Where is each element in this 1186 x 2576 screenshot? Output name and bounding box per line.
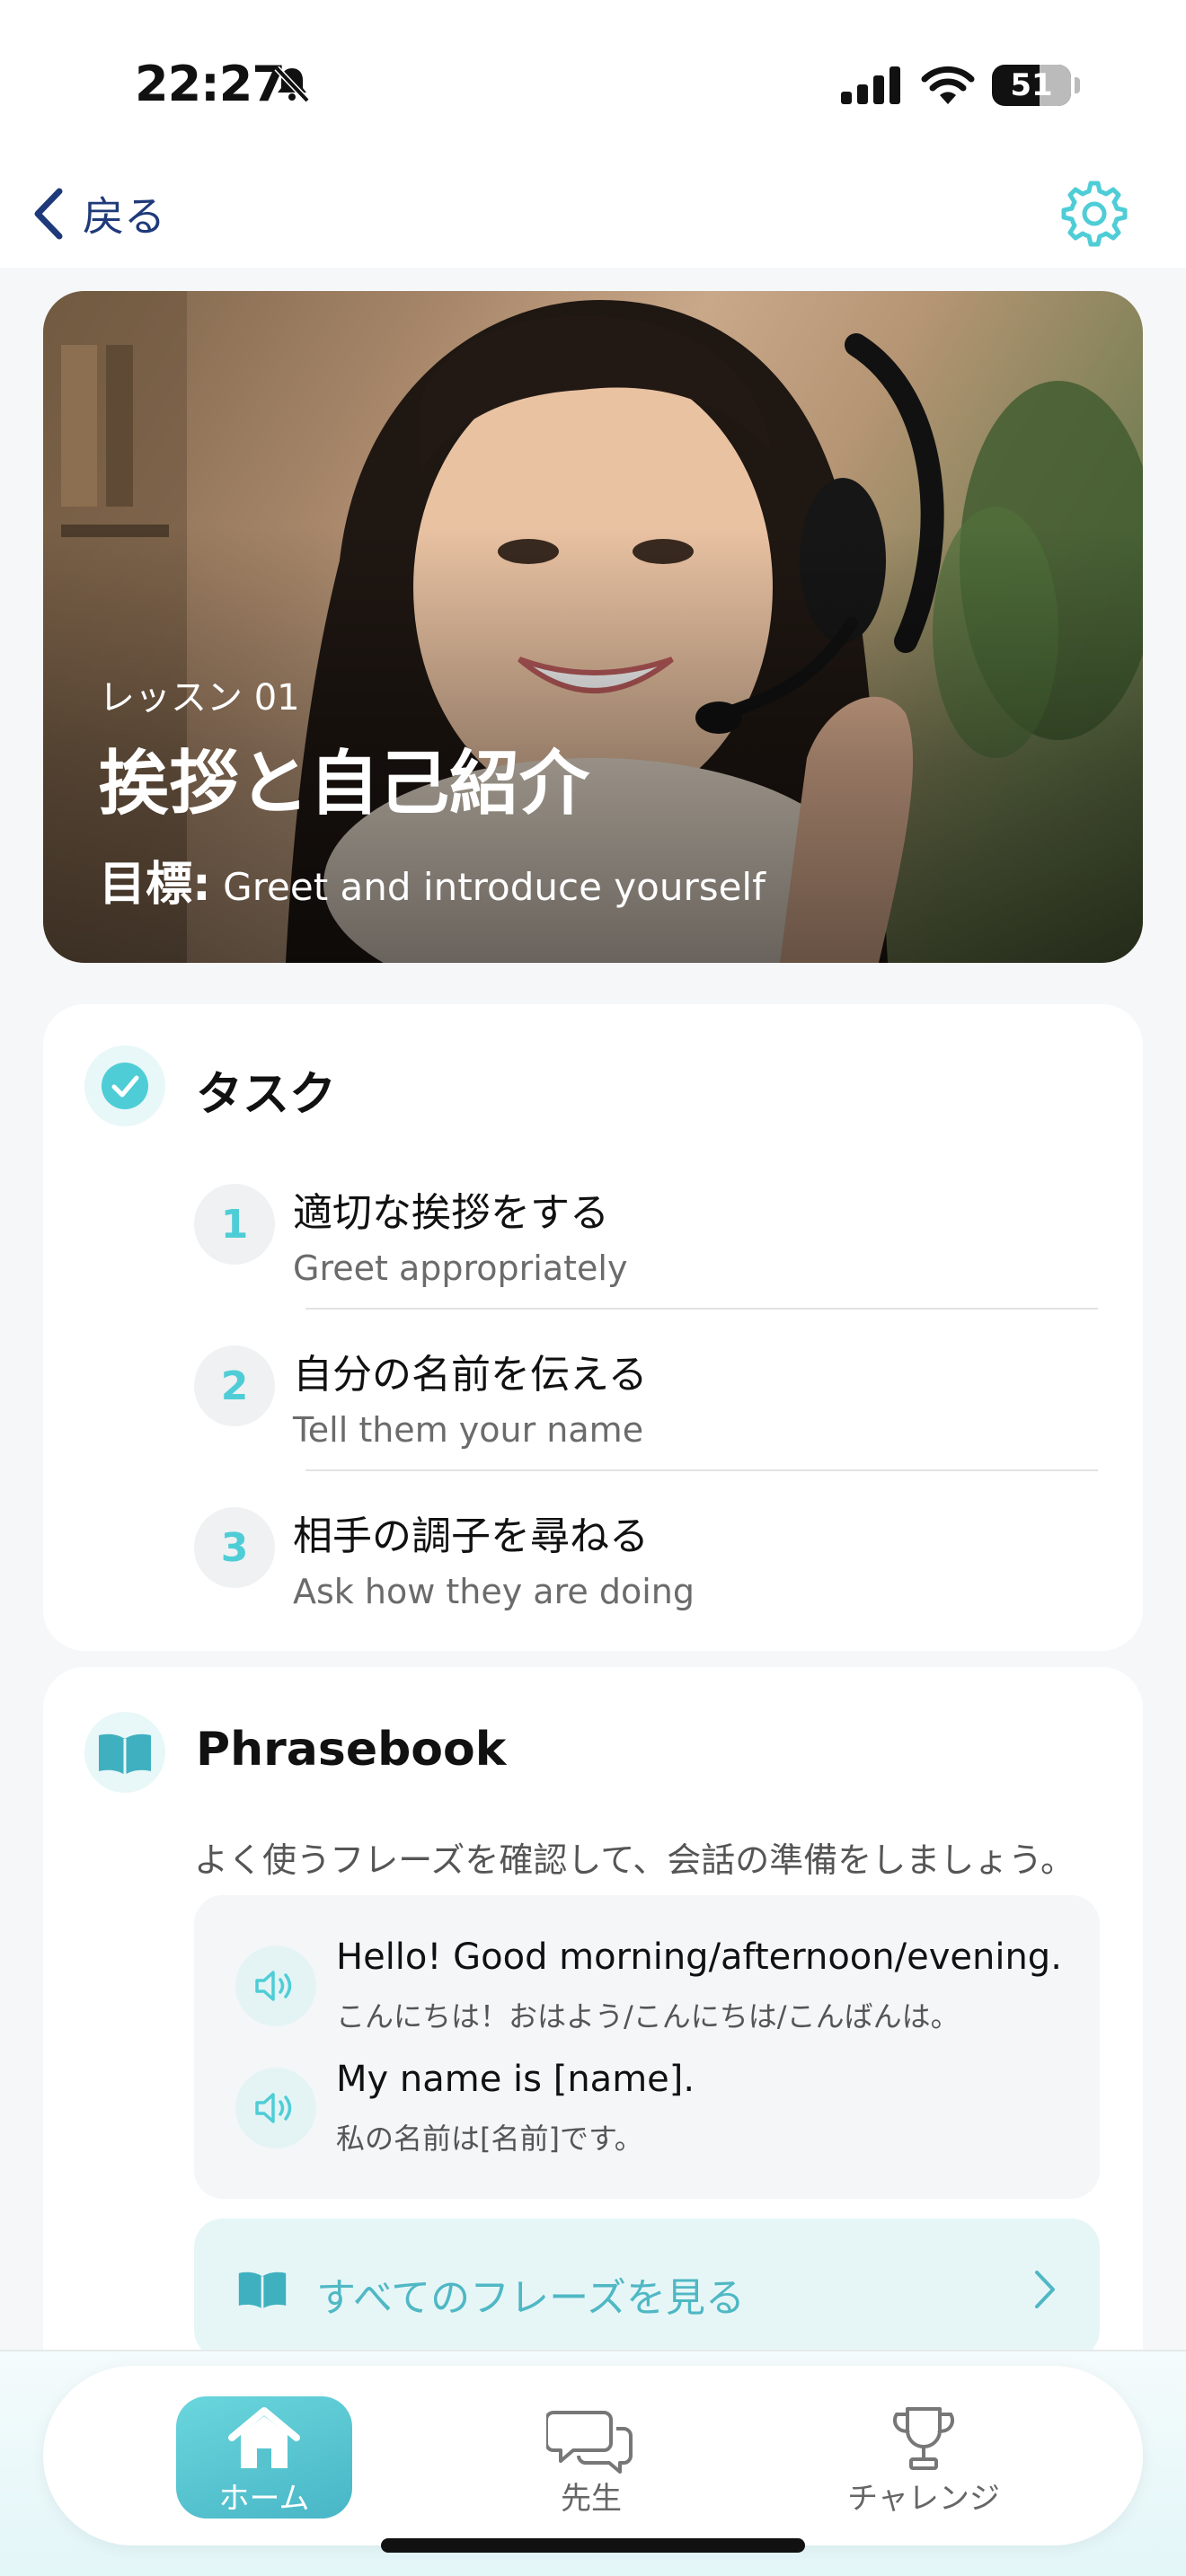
tab-label: 先生 — [561, 2481, 622, 2517]
tasks-icon-wrapper — [84, 1045, 165, 1126]
task-item[interactable]: 2 自分の名前を伝える Tell them your name — [194, 1319, 1102, 1480]
tab-challenge[interactable]: チャレンジ — [836, 2396, 1012, 2519]
lesson-title: 挨拶と自己紹介 — [99, 744, 590, 825]
phrasebook-icon-wrapper — [84, 1712, 165, 1793]
tasks-title: タスク — [196, 1068, 337, 1122]
goal-label: 目標: — [99, 858, 211, 912]
tab-label: ホーム — [218, 2481, 310, 2517]
phrase-item: Hello! Good morning/afternoon/evening. こ… — [235, 1936, 1080, 2044]
chat-bubbles-icon — [546, 2411, 633, 2474]
status-bar: 22:27 51 — [0, 0, 1186, 162]
task-title-jp: 自分の名前を伝える — [293, 1352, 648, 1398]
book-icon — [238, 2272, 287, 2309]
lesson-hero-card: レッスン 01 挨拶と自己紹介 目標: Greet and introduce … — [43, 291, 1143, 963]
cellular-signal-icon — [841, 66, 900, 104]
lesson-goal: 目標: Greet and introduce yourself — [99, 846, 766, 913]
goal-text: Greet and introduce yourself — [223, 865, 766, 909]
tab-home[interactable]: ホーム — [176, 2396, 352, 2519]
back-label: 戻る — [83, 192, 165, 241]
chevron-left-icon — [34, 188, 63, 240]
battery-nub — [1075, 77, 1080, 93]
phrase-list: Hello! Good morning/afternoon/evening. こ… — [194, 1895, 1100, 2199]
task-item[interactable]: 3 相手の調子を尋ねる Ask how they are doing — [194, 1480, 1102, 1642]
phrase-japanese: 私の名前は[名前]です。 — [336, 2122, 643, 2156]
tasks-card: タスク 1 適切な挨拶をする Greet appropriately 2 自分の… — [43, 1004, 1143, 1651]
task-number: 2 — [194, 1345, 275, 1426]
lesson-number: レッスン 01 — [99, 677, 300, 719]
tab-bar: ホーム 先生 チャレンジ — [43, 2366, 1143, 2545]
task-item[interactable]: 1 適切な挨拶をする Greet appropriately — [194, 1157, 1102, 1319]
phrasebook-description: よく使うフレーズを確認して、会話の準備をしましょう。 — [194, 1840, 1075, 1880]
divider — [305, 1469, 1098, 1471]
tab-label: チャレンジ — [847, 2481, 1000, 2517]
speaker-button[interactable] — [235, 1945, 316, 2026]
home-icon — [228, 2407, 300, 2468]
battery-level: 51 — [1010, 67, 1053, 103]
phrasebook-title: Phrasebook — [196, 1723, 507, 1777]
phrase-english: My name is [name]. — [336, 2059, 695, 2100]
speaker-icon — [255, 2093, 292, 2123]
task-number: 3 — [194, 1507, 275, 1588]
task-title-en: Greet appropriately — [293, 1248, 628, 1288]
bell-slash-icon — [274, 66, 310, 103]
speaker-button[interactable] — [235, 2068, 316, 2148]
chevron-right-icon — [1035, 2271, 1055, 2308]
book-icon — [99, 1734, 151, 1775]
phrase-english: Hello! Good morning/afternoon/evening. — [336, 1936, 1062, 1978]
see-all-label: すべてのフレーズを見る — [316, 2275, 745, 2321]
back-button[interactable]: 戻る — [31, 181, 165, 246]
task-title-jp: 適切な挨拶をする — [293, 1190, 609, 1236]
tab-teacher[interactable]: 先生 — [503, 2396, 679, 2519]
task-number: 1 — [194, 1184, 275, 1265]
trophy-icon — [893, 2407, 954, 2470]
check-circle-icon — [102, 1063, 148, 1109]
gear-icon[interactable] — [1058, 178, 1130, 250]
phrase-item: My name is [name]. 私の名前は[名前]です。 — [235, 2059, 1080, 2166]
task-title-en: Ask how they are doing — [293, 1572, 695, 1611]
task-title-en: Tell them your name — [293, 1410, 644, 1450]
speaker-icon — [255, 1971, 292, 2001]
task-title-jp: 相手の調子を尋ねる — [293, 1513, 649, 1559]
battery-icon: 51 — [992, 65, 1071, 106]
status-time: 22:27 — [135, 56, 286, 112]
home-indicator — [381, 2538, 805, 2553]
divider — [305, 1308, 1098, 1310]
nav-bar: 戻る — [0, 162, 1186, 268]
screen: 22:27 51 戻る レッスン 01 挨拶と自己紹介 目標: Greet an… — [0, 0, 1186, 2576]
phrase-japanese: こんにちは！おはよう/こんにちは/こんばんは。 — [336, 1999, 960, 2033]
see-all-phrases-button[interactable]: すべてのフレーズを見る — [194, 2219, 1100, 2359]
wifi-icon — [921, 66, 975, 104]
